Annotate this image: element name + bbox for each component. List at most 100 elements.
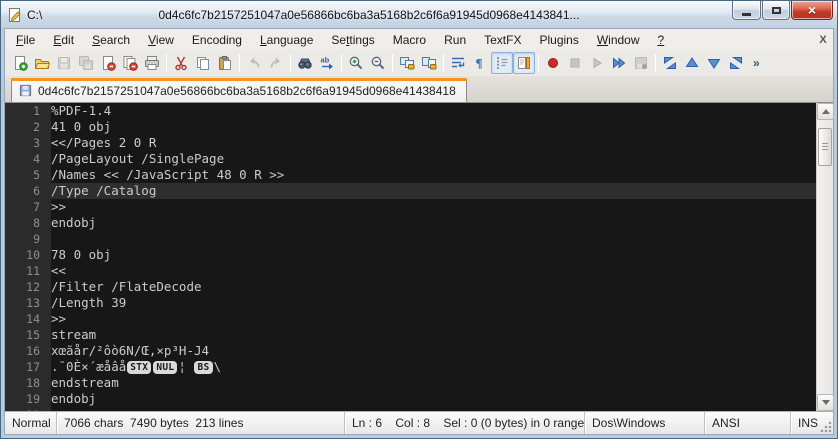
editor-line[interactable]: 18endstream <box>5 375 816 391</box>
editor-line[interactable]: 17.¯0È×´æåâåSTXNUL¦ BS\ <box>5 359 816 375</box>
menubar-close-button[interactable]: X <box>815 33 831 47</box>
menu-macro[interactable]: Macro <box>384 31 435 49</box>
textfx-bottom-button[interactable] <box>725 52 747 74</box>
line-text: << <box>51 263 816 279</box>
maximize-icon <box>772 7 781 14</box>
menu-language[interactable]: Language <box>251 31 322 49</box>
open-file-button[interactable] <box>31 52 53 74</box>
menu-window[interactable]: Window <box>588 31 649 49</box>
zoom-out-button[interactable] <box>367 52 389 74</box>
cut-button[interactable] <box>170 52 192 74</box>
paste-button[interactable] <box>214 52 236 74</box>
scroll-up-button[interactable] <box>817 103 834 120</box>
menu-textfx[interactable]: TextFX <box>475 31 530 49</box>
line-number: 18 <box>5 376 51 390</box>
editor-line[interactable]: 1%PDF-1.4 <box>5 103 816 119</box>
vertical-scrollbar[interactable] <box>816 103 833 411</box>
close-file-button[interactable] <box>97 52 119 74</box>
word-wrap-button[interactable] <box>447 52 469 74</box>
menu-run[interactable]: Run <box>435 31 475 49</box>
app-icon <box>7 7 23 23</box>
close-button[interactable]: × <box>791 1 833 20</box>
toolbar-separator <box>290 54 291 72</box>
line-number: 16 <box>5 344 51 358</box>
line-number: 14 <box>5 312 51 326</box>
toolbar-overflow-button[interactable]: » <box>747 52 769 74</box>
menu-file[interactable]: File <box>7 31 44 49</box>
editor-line[interactable]: 11<< <box>5 263 816 279</box>
toolbar-separator <box>392 54 393 72</box>
tab-active[interactable]: 0d4c6fc7b2157251047a0e56866bc6ba3a5168b2… <box>11 78 467 102</box>
notepadpp-window: C:\ 0d4c6fc7b2157251047a0e56866bc6ba3a51… <box>0 0 838 439</box>
tab-bar: 0d4c6fc7b2157251047a0e56866bc6ba3a5168b2… <box>5 76 833 103</box>
textfx-up-button[interactable] <box>681 52 703 74</box>
show-indent-guide-button[interactable] <box>491 52 513 74</box>
doc-map-button[interactable] <box>513 52 535 74</box>
zoom-in-button[interactable] <box>345 52 367 74</box>
line-number: 8 <box>5 216 51 230</box>
sync-horizontal-scroll-button[interactable] <box>418 52 440 74</box>
svg-text:ab: ab <box>321 56 330 65</box>
scrollbar-thumb[interactable] <box>818 128 832 166</box>
editor-line[interactable]: 19endobj <box>5 391 816 407</box>
status-doc-type: Normal <box>5 412 57 434</box>
macro-record-button[interactable] <box>542 52 564 74</box>
editor-line[interactable]: 6/Type /Catalog <box>5 183 816 199</box>
print-button[interactable] <box>141 52 163 74</box>
replace-icon: ab <box>319 55 335 71</box>
menu-view[interactable]: View <box>139 31 183 49</box>
textfx-down-button[interactable] <box>703 52 725 74</box>
macro-save-button <box>630 52 652 74</box>
editor-line[interactable]: 7>> <box>5 199 816 215</box>
undo-icon <box>246 55 262 71</box>
toolbar-separator <box>538 54 539 72</box>
editor-line[interactable]: 15stream <box>5 327 816 343</box>
macro-run-multiple-button[interactable] <box>608 52 630 74</box>
editor-line[interactable]: 5/Names << /JavaScript 48 0 R >> <box>5 167 816 183</box>
maximize-button[interactable] <box>762 1 790 20</box>
copy-button[interactable] <box>192 52 214 74</box>
status-bar: Normal 7066 chars 7490 bytes 213 lines L… <box>5 411 833 434</box>
minimize-button[interactable] <box>732 1 761 20</box>
menu-settings[interactable]: Settings <box>322 31 383 49</box>
line-text: 78 0 obj <box>51 247 816 263</box>
editor-line[interactable]: 12/Filter /FlateDecode <box>5 279 816 295</box>
title-bar[interactable]: C:\ 0d4c6fc7b2157251047a0e56866bc6ba3a51… <box>1 1 837 28</box>
editor-line[interactable]: 1078 0 obj <box>5 247 816 263</box>
sync-vertical-scroll-button[interactable] <box>396 52 418 74</box>
editor[interactable]: 1%PDF-1.4241 0 obj3<</Pages 2 0 R4/PageL… <box>5 103 833 411</box>
textfx-top-button[interactable] <box>659 52 681 74</box>
menu-encoding[interactable]: Encoding <box>183 31 251 49</box>
line-number: 12 <box>5 280 51 294</box>
menu-search[interactable]: Search <box>83 31 139 49</box>
editor-line[interactable]: 8endobj <box>5 215 816 231</box>
replace-button[interactable]: ab <box>316 52 338 74</box>
line-text: /Type /Catalog <box>51 183 816 199</box>
menu-plugins[interactable]: Plugins <box>530 31 587 49</box>
close-all-button[interactable] <box>119 52 141 74</box>
close-file-icon <box>100 55 116 71</box>
find-button[interactable] <box>294 52 316 74</box>
editor-line[interactable]: 14>> <box>5 311 816 327</box>
editor-line[interactable]: 4/PageLayout /SinglePage <box>5 151 816 167</box>
editor-line[interactable]: 241 0 obj <box>5 119 816 135</box>
show-all-characters-icon: ¶ <box>472 55 488 71</box>
line-text: endobj <box>51 215 816 231</box>
editor-line[interactable]: 3<</Pages 2 0 R <box>5 135 816 151</box>
control-char-stx: STX <box>127 361 151 374</box>
editor-line[interactable]: 16xœãår/²ôò6N/Œ,×p³H-J4 <box>5 343 816 359</box>
editor-line[interactable]: 9 <box>5 231 816 247</box>
resize-grip[interactable] <box>820 421 832 433</box>
line-text: endobj <box>51 391 816 407</box>
new-file-button[interactable] <box>9 52 31 74</box>
line-number: 7 <box>5 200 51 214</box>
scroll-down-button[interactable] <box>817 394 834 411</box>
menu-help[interactable]: ? <box>649 31 674 49</box>
menu-edit[interactable]: Edit <box>44 31 83 49</box>
status-doc-stats: 7066 chars 7490 bytes 213 lines <box>57 412 345 434</box>
editor-line[interactable]: 13/Length 39 <box>5 295 816 311</box>
editor-text-area[interactable]: 1%PDF-1.4241 0 obj3<</Pages 2 0 R4/PageL… <box>5 103 816 411</box>
line-number: 11 <box>5 264 51 278</box>
menu-bar: FileEditSearchViewEncodingLanguageSettin… <box>5 29 833 50</box>
show-all-characters-button[interactable]: ¶ <box>469 52 491 74</box>
